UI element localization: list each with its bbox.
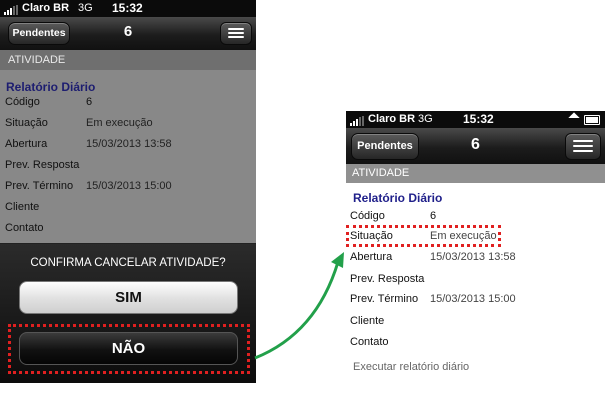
- network-label: 3G: [418, 113, 433, 125]
- carrier-label: Claro BR: [368, 113, 416, 125]
- location-icon: [568, 112, 580, 124]
- time-label: 15:32: [463, 112, 494, 126]
- nav-bar: Pendentes 6: [346, 128, 605, 164]
- field-label-prev-termino: Prev. Término: [350, 293, 419, 305]
- field-value-prev-termino: 15/03/2013 15:00: [430, 293, 516, 305]
- section-header: ATIVIDADE: [346, 164, 605, 183]
- field-label-codigo: Código: [350, 210, 385, 222]
- field-value-abertura: 15/03/2013 13:58: [430, 251, 516, 263]
- battery-icon: [584, 115, 600, 125]
- field-label-prev-resposta: Prev. Resposta: [350, 273, 425, 285]
- menu-button[interactable]: [565, 133, 601, 160]
- status-bar: Claro BR 3G 15:32: [346, 111, 605, 128]
- highlight-situacao-row: [346, 225, 501, 247]
- field-label-cliente: Cliente: [350, 315, 385, 327]
- execute-report-link[interactable]: Executar relatório diário: [353, 361, 469, 373]
- report-title: Relatório Diário: [353, 191, 443, 205]
- field-label-contato: Contato: [350, 336, 389, 348]
- signal-icon: [350, 114, 365, 126]
- detail-panel: Relatório Diário Código 6 Situação Em ex…: [346, 183, 605, 381]
- field-label-abertura: Abertura: [350, 251, 393, 263]
- field-value-codigo: 6: [430, 210, 437, 222]
